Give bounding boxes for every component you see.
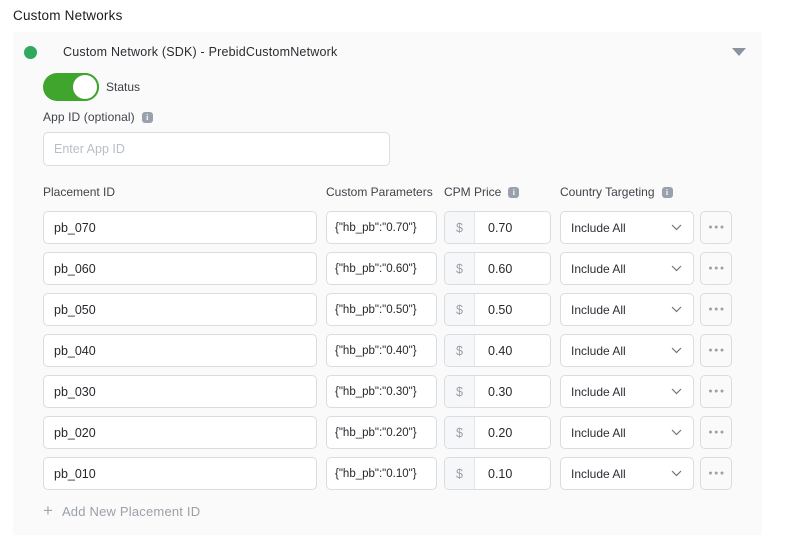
header-cpm-price-label: CPM Price: [444, 185, 501, 199]
placement-row: $ Include All ●●●: [43, 375, 732, 408]
row-menu-button[interactable]: ●●●: [700, 293, 732, 326]
cpm-price-input[interactable]: [475, 376, 550, 407]
currency-symbol: $: [445, 253, 475, 284]
cpm-price-input[interactable]: [475, 253, 550, 284]
currency-symbol: $: [445, 458, 475, 489]
country-targeting-field: Include All: [560, 375, 694, 408]
country-targeting-field: Include All: [560, 252, 694, 285]
country-targeting-field: Include All: [560, 334, 694, 367]
country-targeting-select[interactable]: Include All: [560, 457, 694, 490]
cpm-price-input[interactable]: [475, 212, 550, 243]
placement-id-input[interactable]: [43, 457, 317, 490]
app-id-label: App ID (optional): [43, 110, 135, 124]
currency-symbol: $: [445, 417, 475, 448]
placement-row: $ Include All ●●●: [43, 252, 732, 285]
cpm-price-field: $: [444, 293, 551, 326]
custom-networks-page: Custom Networks Custom Network (SDK) - P…: [0, 0, 798, 535]
header-custom-parameters: Custom Parameters: [326, 185, 437, 199]
row-menu-button[interactable]: ●●●: [700, 252, 732, 285]
placement-row: $ Include All ●●●: [43, 211, 732, 244]
header-placement-id: Placement ID: [43, 185, 317, 199]
currency-symbol: $: [445, 294, 475, 325]
placement-id-input[interactable]: [43, 375, 317, 408]
network-card-header: Custom Network (SDK) - PrebidCustomNetwo…: [43, 44, 732, 60]
custom-parameters-input[interactable]: [326, 416, 437, 449]
app-id-info-icon[interactable]: i: [142, 112, 153, 123]
ellipsis-icon: ●●●: [708, 306, 725, 313]
cpm-price-field: $: [444, 375, 551, 408]
placement-row: $ Include All ●●●: [43, 334, 732, 367]
country-targeting-field: Include All: [560, 211, 694, 244]
row-menu-button[interactable]: ●●●: [700, 375, 732, 408]
placement-rows: $ Include All ●●● $ Include All: [43, 211, 732, 490]
currency-symbol: $: [445, 376, 475, 407]
custom-parameters-input[interactable]: [326, 211, 437, 244]
ellipsis-icon: ●●●: [708, 470, 725, 477]
status-row: Status: [43, 73, 732, 101]
country-targeting-field: Include All: [560, 293, 694, 326]
custom-parameters-input[interactable]: [326, 252, 437, 285]
add-placement-button[interactable]: + Add New Placement ID: [43, 503, 732, 519]
placement-id-input[interactable]: [43, 416, 317, 449]
app-id-input[interactable]: [43, 132, 390, 166]
table-header-row: Placement ID Custom Parameters CPM Price…: [43, 185, 732, 199]
ellipsis-icon: ●●●: [708, 388, 725, 395]
header-country-targeting-label: Country Targeting: [560, 185, 655, 199]
network-title: Custom Network (SDK) - PrebidCustomNetwo…: [63, 45, 337, 59]
cpm-price-input[interactable]: [475, 335, 550, 366]
placement-id-input[interactable]: [43, 334, 317, 367]
custom-network-card: Custom Network (SDK) - PrebidCustomNetwo…: [13, 32, 762, 535]
placement-row: $ Include All ●●●: [43, 293, 732, 326]
country-targeting-select[interactable]: Include All: [560, 293, 694, 326]
collapse-chevron-icon[interactable]: [732, 48, 746, 56]
row-menu-button[interactable]: ●●●: [700, 457, 732, 490]
network-active-dot-icon: [24, 46, 37, 59]
cpm-price-input[interactable]: [475, 294, 550, 325]
country-targeting-select[interactable]: Include All: [560, 211, 694, 244]
cpm-price-input[interactable]: [475, 458, 550, 489]
custom-parameters-input[interactable]: [326, 334, 437, 367]
placement-id-input[interactable]: [43, 211, 317, 244]
currency-symbol: $: [445, 335, 475, 366]
header-cpm-price: CPM Price i: [444, 185, 551, 199]
status-label: Status: [106, 80, 140, 94]
custom-parameters-input[interactable]: [326, 293, 437, 326]
header-country-targeting: Country Targeting i: [560, 185, 694, 199]
app-id-label-row: App ID (optional) i: [43, 110, 732, 124]
plus-icon: +: [43, 503, 53, 519]
row-menu-button[interactable]: ●●●: [700, 334, 732, 367]
ellipsis-icon: ●●●: [708, 224, 725, 231]
placement-id-input[interactable]: [43, 252, 317, 285]
cpm-price-field: $: [444, 457, 551, 490]
ellipsis-icon: ●●●: [708, 265, 725, 272]
toggle-knob: [71, 73, 99, 101]
cpm-price-info-icon[interactable]: i: [508, 187, 519, 198]
cpm-price-field: $: [444, 211, 551, 244]
country-targeting-info-icon[interactable]: i: [662, 187, 673, 198]
cpm-price-field: $: [444, 334, 551, 367]
country-targeting-field: Include All: [560, 416, 694, 449]
country-targeting-select[interactable]: Include All: [560, 416, 694, 449]
country-targeting-select[interactable]: Include All: [560, 252, 694, 285]
page-title: Custom Networks: [13, 8, 798, 23]
placement-row: $ Include All ●●●: [43, 416, 732, 449]
placement-row: $ Include All ●●●: [43, 457, 732, 490]
country-targeting-select[interactable]: Include All: [560, 334, 694, 367]
custom-parameters-input[interactable]: [326, 375, 437, 408]
currency-symbol: $: [445, 212, 475, 243]
cpm-price-input[interactable]: [475, 417, 550, 448]
add-placement-label: Add New Placement ID: [62, 504, 200, 519]
country-targeting-select[interactable]: Include All: [560, 375, 694, 408]
cpm-price-field: $: [444, 416, 551, 449]
ellipsis-icon: ●●●: [708, 429, 725, 436]
custom-parameters-input[interactable]: [326, 457, 437, 490]
row-menu-button[interactable]: ●●●: [700, 211, 732, 244]
row-menu-button[interactable]: ●●●: [700, 416, 732, 449]
status-toggle[interactable]: [43, 73, 99, 101]
ellipsis-icon: ●●●: [708, 347, 725, 354]
placement-id-input[interactable]: [43, 293, 317, 326]
country-targeting-field: Include All: [560, 457, 694, 490]
cpm-price-field: $: [444, 252, 551, 285]
